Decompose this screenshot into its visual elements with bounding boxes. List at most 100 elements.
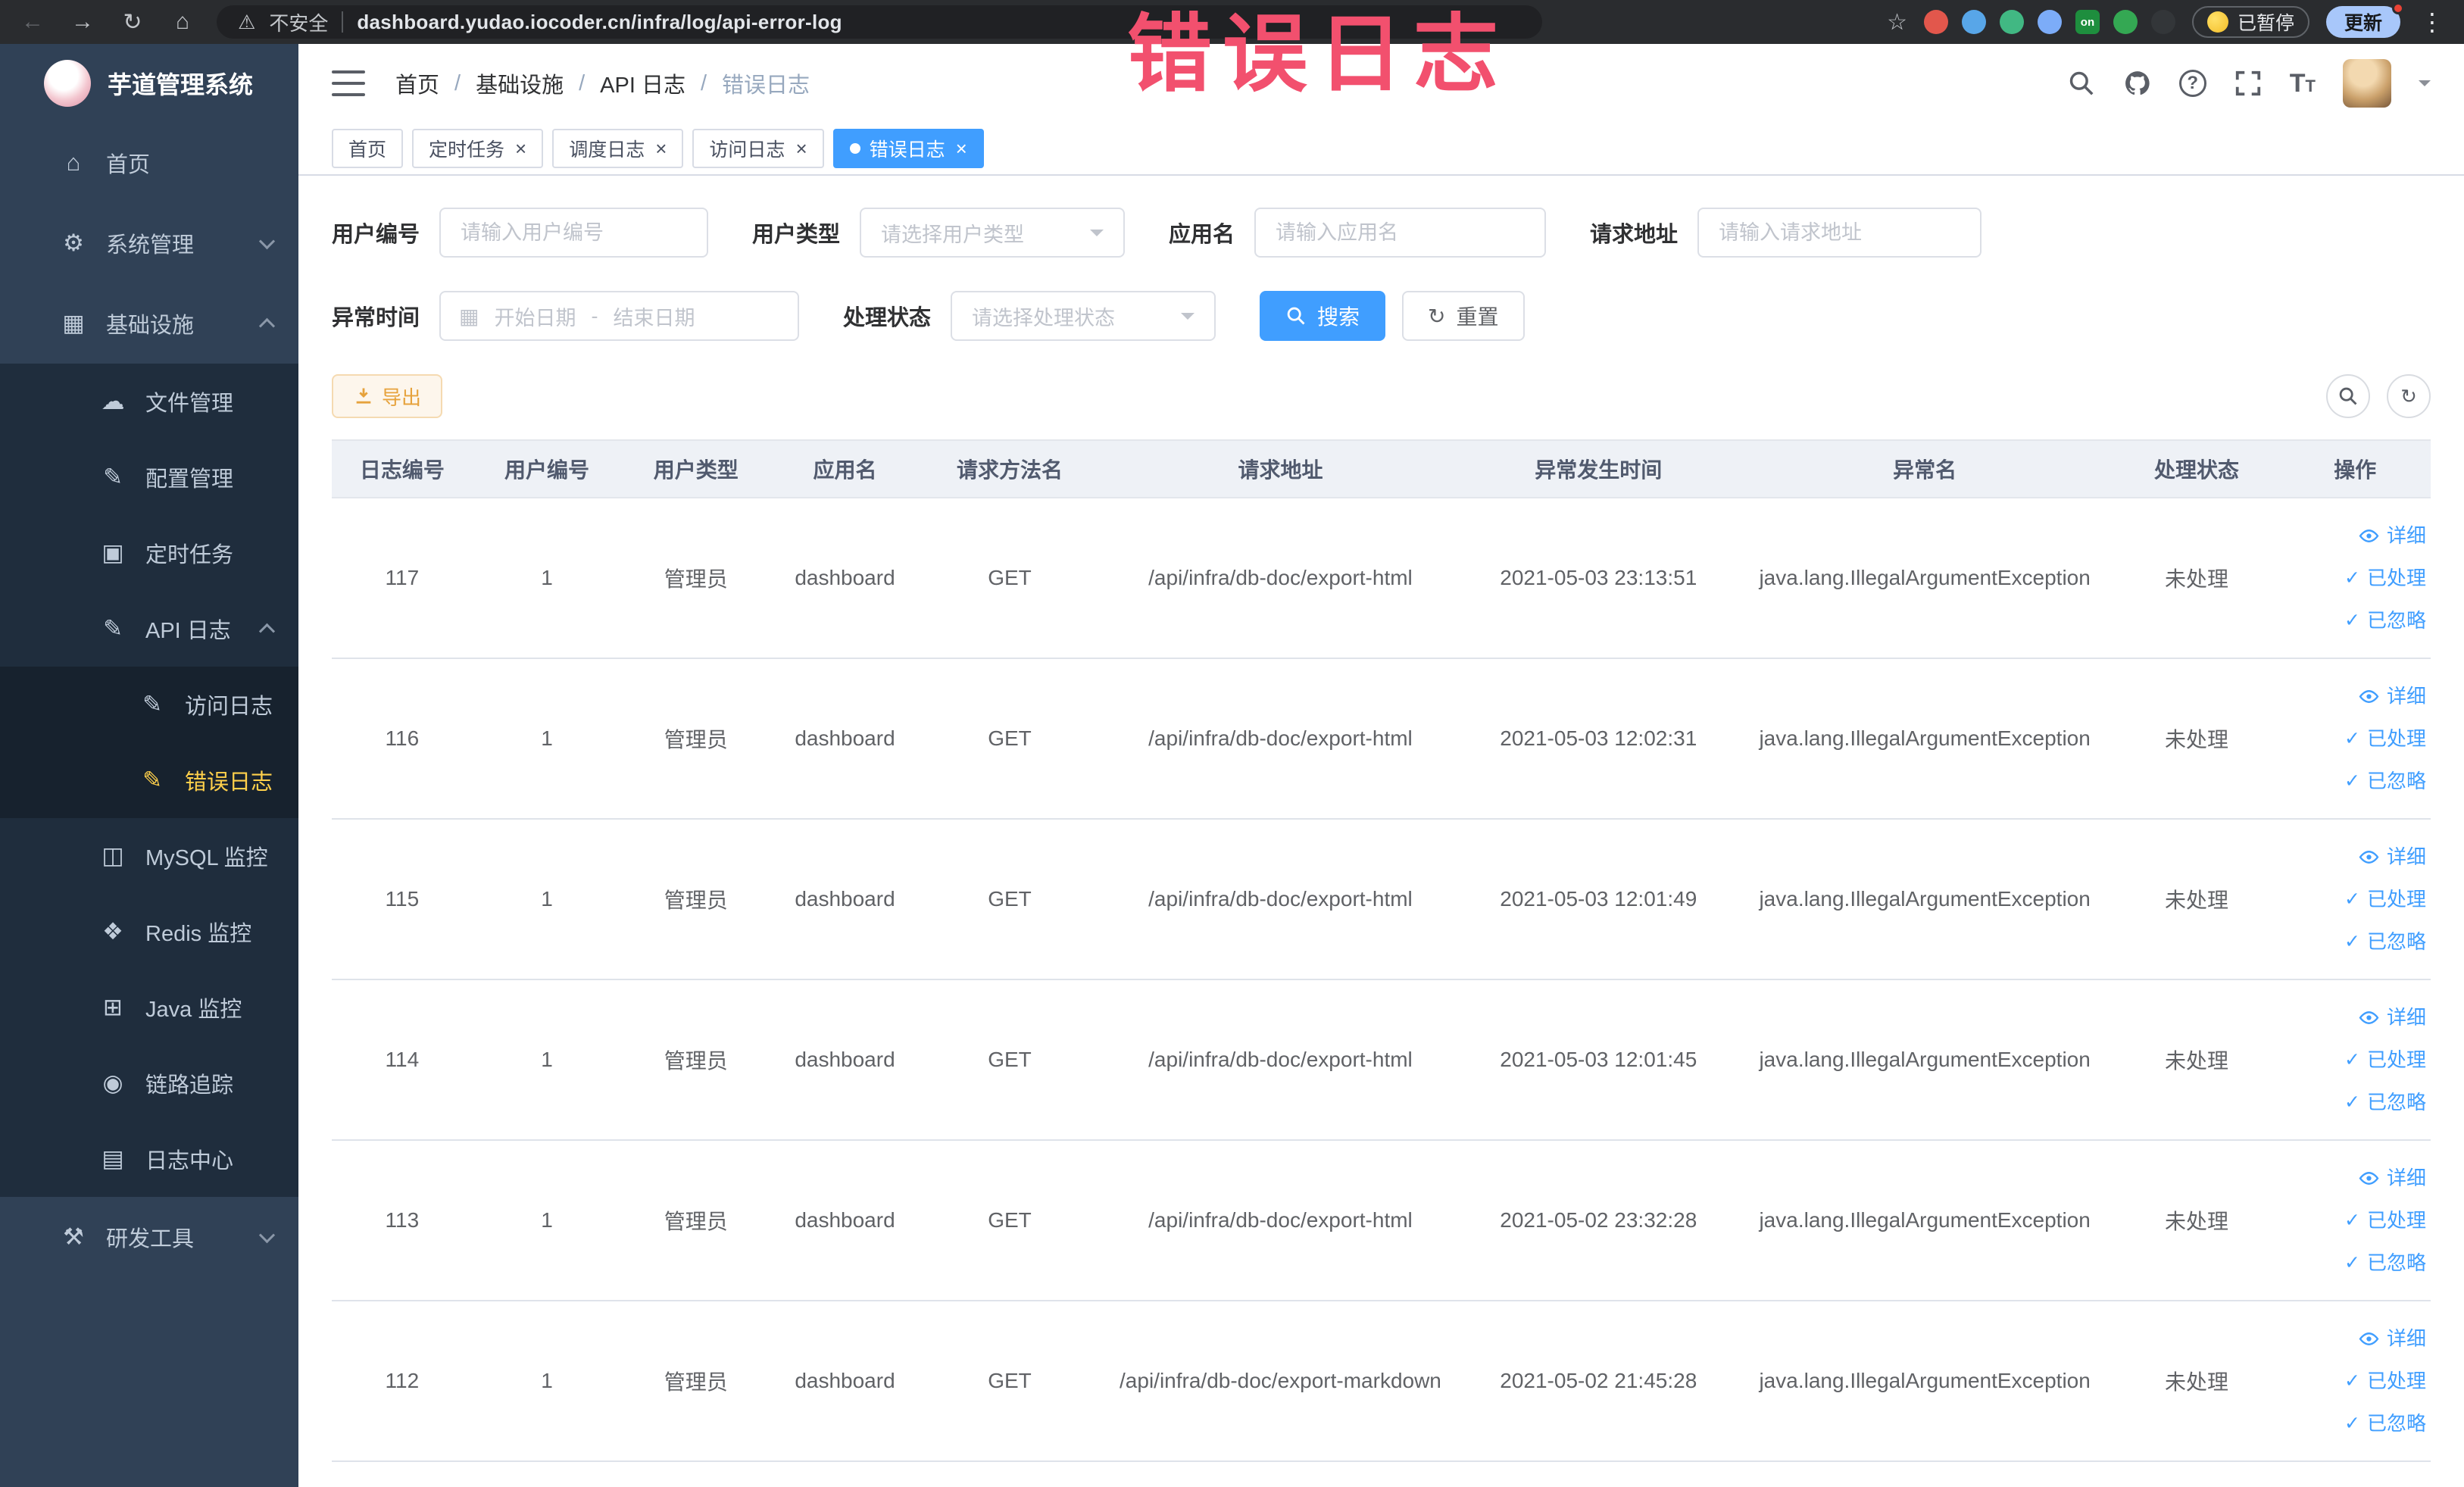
detail-link[interactable]: 详细 xyxy=(2287,675,2426,717)
mark-ignored-link[interactable]: ✓ 已忽略 xyxy=(2287,1402,2426,1445)
sidebar-item-home[interactable]: ⌂ 首页 xyxy=(0,123,298,203)
tab-close-icon[interactable]: × xyxy=(515,139,526,158)
mark-ignored-link[interactable]: ✓ 已忽略 xyxy=(2287,1081,2426,1123)
sidebar-item-file-management[interactable]: ☁ 文件管理 xyxy=(0,364,298,439)
user-avatar[interactable] xyxy=(2343,59,2391,108)
home-icon[interactable]: ⌂ xyxy=(167,9,198,35)
request-url-input[interactable] xyxy=(1697,208,1982,258)
address-bar[interactable]: ⚠ 不安全 dashboard.yudao.iocoder.cn/infra/l… xyxy=(217,5,1542,39)
tab-schedule-log[interactable]: 调度日志 × xyxy=(552,129,684,168)
mark-ignored-link[interactable]: ✓ 已忽略 xyxy=(2287,599,2426,642)
extension-icon-vue[interactable] xyxy=(1999,10,2024,34)
tab-scheduled-tasks[interactable]: 定时任务 × xyxy=(412,129,544,168)
mark-processed-link[interactable]: ✓ 已处理 xyxy=(2287,717,2426,760)
github-icon[interactable] xyxy=(2123,69,2152,98)
extension-icon-on-badge[interactable]: on xyxy=(2075,10,2100,34)
browser-menu-icon[interactable]: ⋮ xyxy=(2417,8,2447,36)
mark-processed-link[interactable]: ✓ 已处理 xyxy=(2287,878,2426,920)
sidebar-item-log-center[interactable]: ▤ 日志中心 xyxy=(0,1121,298,1197)
detail-link[interactable]: 详细 xyxy=(2287,836,2426,878)
download-icon xyxy=(356,388,371,404)
search-button[interactable]: 搜索 xyxy=(1260,291,1386,341)
export-button[interactable]: 导出 xyxy=(332,374,443,418)
sidebar-item-error-log[interactable]: ✎ 错误日志 xyxy=(0,742,298,818)
update-label: 更新 xyxy=(2344,13,2382,34)
breadcrumb-item[interactable]: 首页 xyxy=(395,67,439,99)
app-name-input[interactable] xyxy=(1254,208,1547,258)
cell-app-name: dashboard xyxy=(770,658,920,820)
browser-update-button[interactable]: 更新 xyxy=(2325,2,2404,38)
cell-user-id: 1 xyxy=(472,819,622,980)
sidebar-item-config-management[interactable]: ✎ 配置管理 xyxy=(0,439,298,515)
mark-processed-link[interactable]: ✓ 已处理 xyxy=(2287,1199,2426,1242)
fullscreen-icon[interactable] xyxy=(2234,69,2263,98)
search-toggle-button[interactable] xyxy=(2326,374,2370,418)
column-header: 用户类型 xyxy=(621,439,771,498)
sidebar-item-redis-monitor[interactable]: ❖ Redis 监控 xyxy=(0,894,298,970)
bookmark-star-icon[interactable]: ☆ xyxy=(1887,9,1907,36)
hamburger-icon[interactable] xyxy=(332,70,365,96)
sidebar-item-access-log[interactable]: ✎ 访问日志 xyxy=(0,667,298,742)
breadcrumb-item[interactable]: API 日志 xyxy=(600,67,685,99)
mark-ignored-link[interactable]: ✓ 已忽略 xyxy=(2287,760,2426,802)
cell-exception-name: java.lang.IllegalArgumentException xyxy=(1735,658,2114,820)
sidebar-item-scheduled-tasks[interactable]: ▣ 定时任务 xyxy=(0,515,298,591)
extension-icon-pin[interactable] xyxy=(1961,10,1986,34)
help-icon[interactable]: ? xyxy=(2178,70,2206,97)
column-header: 日志编号 xyxy=(332,439,473,498)
sidebar-item-system-management[interactable]: ⚙ 系统管理 xyxy=(0,203,298,283)
mark-processed-link[interactable]: ✓ 已处理 xyxy=(2287,1039,2426,1081)
extension-icon-red[interactable] xyxy=(1923,10,1948,34)
tab-close-icon[interactable]: × xyxy=(655,139,667,158)
sidebar-item-mysql-monitor[interactable]: ◫ MySQL 监控 xyxy=(0,818,298,894)
user-type-select[interactable]: 请选择用户类型 xyxy=(860,208,1126,258)
mark-ignored-link[interactable]: ✓ 已忽略 xyxy=(2287,920,2426,963)
sidebar-logo-row[interactable]: 芋道管理系统 xyxy=(0,44,298,123)
tab-home[interactable]: 首页 xyxy=(332,129,404,168)
tab-error-log[interactable]: 错误日志 × xyxy=(832,129,984,168)
user-id-input[interactable] xyxy=(439,208,709,258)
mark-ignored-link[interactable]: ✓ 已忽略 xyxy=(2287,1242,2426,1284)
mark-processed-link[interactable]: ✓ 已处理 xyxy=(2287,1360,2426,1402)
main-column: 首页 / 基础设施 / API 日志 / 错误日志 ? TT 首页 定时任务 × 调度日志 xyxy=(298,44,2464,1487)
config-management-icon: ✎ xyxy=(103,464,123,490)
breadcrumb-item[interactable]: 基础设施 xyxy=(476,67,564,99)
detail-link[interactable]: 详细 xyxy=(2287,514,2426,557)
column-header: 处理状态 xyxy=(2113,439,2280,498)
date-range-picker[interactable]: ▦ 开始日期 - 结束日期 xyxy=(439,291,800,341)
sidebar-item-label: 系统管理 xyxy=(106,233,195,258)
extension-icon-plug[interactable] xyxy=(2150,10,2175,34)
detail-link[interactable]: 详细 xyxy=(2287,996,2426,1039)
cell-user-type: 管理员 xyxy=(621,819,771,980)
tab-access-log[interactable]: 访问日志 × xyxy=(692,129,824,168)
detail-link[interactable]: 详细 xyxy=(2287,1317,2426,1360)
sidebar-item-infrastructure[interactable]: ▦ 基础设施 xyxy=(0,283,298,364)
tab-close-icon[interactable]: × xyxy=(956,139,967,158)
font-size-icon[interactable]: TT xyxy=(2290,70,2316,96)
extension-icon-leaf[interactable] xyxy=(2113,10,2138,34)
page-url: dashboard.yudao.iocoder.cn/infra/log/api… xyxy=(357,10,842,33)
avatar-caret-icon[interactable] xyxy=(2419,80,2431,92)
browser-toolbar: ← → ↻ ⌂ ⚠ 不安全 dashboard.yudao.iocoder.cn… xyxy=(0,0,2464,44)
reload-icon[interactable]: ↻ xyxy=(117,9,148,36)
cell-status: 未处理 xyxy=(2113,979,2280,1141)
sidebar-item-java-monitor[interactable]: ⊞ Java 监控 xyxy=(0,970,298,1045)
forward-icon[interactable]: → xyxy=(67,9,98,35)
paused-badge[interactable]: 已暂停 xyxy=(2191,6,2309,38)
process-status-select[interactable]: 请选择处理状态 xyxy=(951,291,1216,341)
cell-user-id: 1 xyxy=(472,979,622,1141)
refresh-button[interactable]: ↻ xyxy=(2387,374,2431,418)
sidebar-item-tracing[interactable]: ◉ 链路追踪 xyxy=(0,1045,298,1121)
sidebar-item-dev-tools[interactable]: ⚒ 研发工具 xyxy=(0,1197,298,1277)
check-icon: ✓ xyxy=(2344,1209,2360,1231)
search-icon[interactable] xyxy=(2067,69,2096,98)
back-icon[interactable]: ← xyxy=(17,9,48,35)
cell-user-type: 管理员 xyxy=(621,658,771,820)
extension-icon-puzzle[interactable] xyxy=(2037,10,2062,34)
tab-close-icon[interactable]: × xyxy=(795,139,807,158)
reset-button[interactable]: ↻ 重置 xyxy=(1402,291,1525,341)
cell-exception-time: 2021-05-03 23:13:51 xyxy=(1460,498,1736,659)
sidebar-item-api-logs[interactable]: ✎ API 日志 xyxy=(0,591,298,667)
detail-link[interactable]: 详细 xyxy=(2287,1157,2426,1199)
mark-processed-link[interactable]: ✓ 已处理 xyxy=(2287,557,2426,599)
